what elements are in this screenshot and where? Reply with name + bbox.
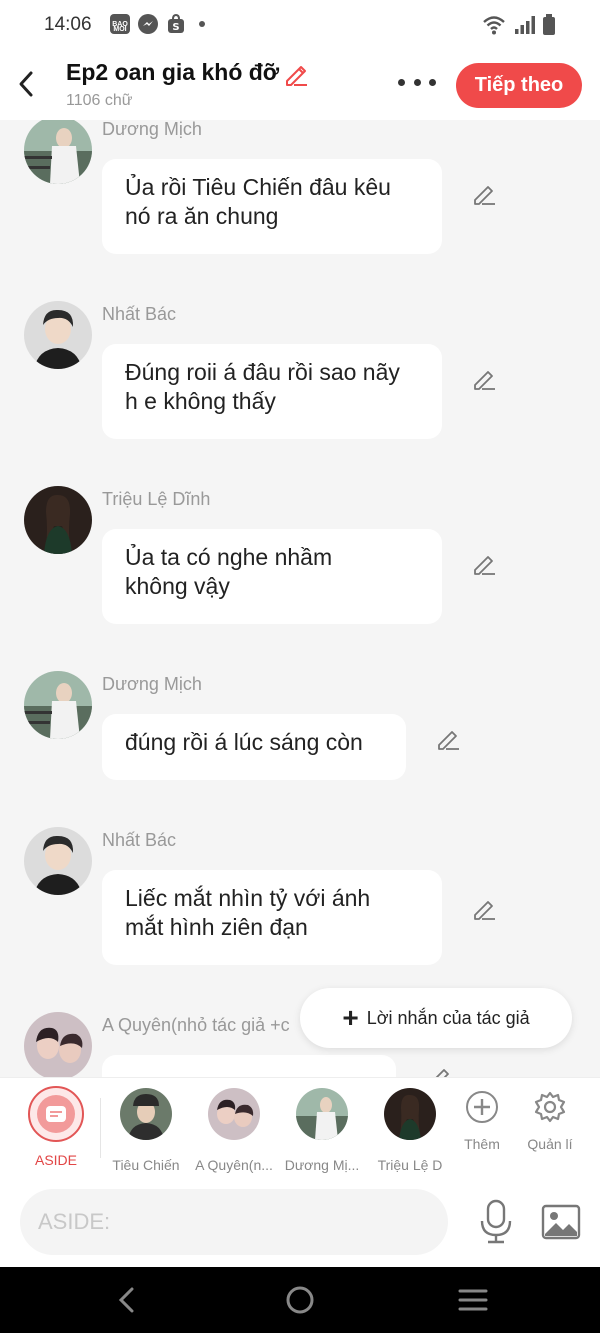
- signal-icon: [515, 16, 535, 34]
- nav-menu-icon[interactable]: [456, 1283, 490, 1317]
- message-bubble[interactable]: đúng rồi á lúc sáng còn: [102, 714, 406, 780]
- input-bar: [0, 1179, 600, 1267]
- manage-button[interactable]: Quản lí: [515, 1090, 585, 1152]
- character-aside[interactable]: ASIDE: [14, 1086, 98, 1168]
- character-label: Tiêu Chiến: [112, 1157, 180, 1173]
- chapter-title[interactable]: Ep2 oan gia khó đỡ: [66, 59, 279, 86]
- status-time: 14:06: [44, 14, 92, 35]
- edit-message-icon[interactable]: [435, 726, 461, 752]
- author-note-label: Lời nhắn của tác giả: [366, 1007, 530, 1028]
- wifi-icon: [483, 16, 505, 35]
- battery-icon: [543, 14, 555, 35]
- bao-moi-icon-sub: MOI: [110, 24, 130, 34]
- bao-moi-text-2: MOI: [113, 25, 127, 33]
- messenger-icon: [138, 14, 158, 34]
- message-line: đúng rồi á lúc sáng còn: [125, 729, 363, 755]
- back-arrow-icon[interactable]: [12, 66, 40, 102]
- avatar-nhat-bac[interactable]: [24, 827, 92, 895]
- message-line: nó ra ăn chung: [125, 203, 279, 229]
- image-icon[interactable]: [540, 1201, 582, 1243]
- message-line: Đúng roii á đâu rồi sao nãy: [125, 359, 400, 385]
- plus-icon: +: [342, 1002, 359, 1033]
- character-duong-mich[interactable]: Dương Mị...: [280, 1088, 364, 1173]
- avatar-duong-mich: [296, 1088, 348, 1140]
- author-note-button[interactable]: + Lời nhắn của tác giả: [300, 988, 572, 1048]
- sender-name: Triệu Lệ Dĩnh: [102, 489, 211, 509]
- avatar-a-quyen: [208, 1088, 260, 1140]
- message-icon: [46, 1106, 66, 1122]
- system-nav-bar: [0, 1267, 600, 1333]
- avatar-trieu-le-dinh[interactable]: [24, 486, 92, 554]
- avatar-nhat-bac[interactable]: [24, 301, 92, 369]
- message-line: Ủa ta có nghe nhầm: [125, 544, 333, 570]
- character-label: Triệu Lệ D: [377, 1157, 443, 1173]
- message-line: Ủa rồi Tiêu Chiến đâu kêu: [125, 174, 391, 200]
- message-bubble[interactable]: Ủa ta có nghe nhầm không vậy: [102, 529, 442, 624]
- edit-message-icon[interactable]: [471, 366, 497, 392]
- add-label: Thêm: [464, 1136, 500, 1152]
- message-bubble[interactable]: Đúng roii á đâu rồi sao nãy h e không th…: [102, 344, 442, 439]
- shopee-icon: S: [168, 14, 184, 33]
- avatar-duong-mich[interactable]: [24, 120, 92, 184]
- sender-name: Dương Mịch: [102, 674, 202, 694]
- message-line: h e không thấy: [125, 388, 276, 414]
- character-tieu-chien[interactable]: Tiêu Chiến: [104, 1088, 188, 1173]
- add-circle-icon: [466, 1091, 498, 1123]
- svg-text:S: S: [172, 22, 179, 33]
- character-trieu-le-dinh[interactable]: Triệu Lệ D: [368, 1088, 452, 1173]
- status-bar: 14:06 BAO MOI S: [0, 0, 600, 50]
- message-input[interactable]: [20, 1189, 448, 1255]
- edit-message-icon[interactable]: [471, 896, 497, 922]
- character-label: ASIDE: [34, 1152, 77, 1168]
- character-label: Dương Mị...: [284, 1157, 360, 1173]
- edit-message-icon[interactable]: [471, 551, 497, 577]
- top-bar: Ep2 oan gia khó đỡ 1106 chữ Tiếp theo: [0, 50, 600, 120]
- more-options-icon[interactable]: [398, 76, 436, 88]
- message-bubble[interactable]: [102, 1055, 396, 1077]
- nav-back-icon[interactable]: [110, 1283, 144, 1317]
- edit-title-icon[interactable]: [282, 60, 310, 88]
- edit-message-icon[interactable]: [471, 181, 497, 207]
- character-label: A Quyên(n...: [195, 1157, 273, 1173]
- avatar-a-quyen[interactable]: [24, 1012, 92, 1077]
- dot-icon: [199, 21, 205, 27]
- aside-avatar: [28, 1086, 84, 1142]
- sender-name: Nhất Bác: [102, 830, 177, 850]
- divider: [100, 1098, 101, 1158]
- manage-label: Quản lí: [527, 1136, 573, 1152]
- message-line: không vậy: [125, 573, 230, 599]
- microphone-icon[interactable]: [476, 1199, 516, 1245]
- character-a-quyen[interactable]: A Quyên(n...: [192, 1088, 276, 1173]
- sender-name: Dương Mịch: [102, 120, 202, 139]
- avatar-duong-mich[interactable]: [24, 671, 92, 739]
- add-character-button[interactable]: Thêm: [447, 1090, 517, 1152]
- character-bar: ASIDE Tiêu Chiến A Quyên(n... Dương Mị..…: [0, 1077, 600, 1179]
- nav-home-icon[interactable]: [283, 1283, 317, 1317]
- edit-message-icon[interactable]: [427, 1064, 453, 1077]
- gear-icon: [534, 1091, 566, 1123]
- sender-name: A Quyên(nhỏ tác giả +c: [102, 1015, 290, 1035]
- message-list: Dương Mịch Ủa rồi Tiêu Chiến đâu kêu nó …: [0, 120, 600, 1077]
- message-bubble[interactable]: Liếc mắt nhìn tỷ với ánh mắt hình ziên đ…: [102, 870, 442, 965]
- avatar-trieu-le-dinh: [384, 1088, 436, 1140]
- message-line: mắt hình ziên đạn: [125, 914, 308, 940]
- message-bubble[interactable]: Ủa rồi Tiêu Chiến đâu kêu nó ra ăn chung: [102, 159, 442, 254]
- word-count: 1106 chữ: [66, 92, 133, 109]
- sender-name: Nhất Bác: [102, 304, 177, 324]
- message-line: Liếc mắt nhìn tỷ với ánh: [125, 885, 371, 911]
- avatar-tieu-chien: [120, 1088, 172, 1140]
- next-button[interactable]: Tiếp theo: [456, 63, 582, 108]
